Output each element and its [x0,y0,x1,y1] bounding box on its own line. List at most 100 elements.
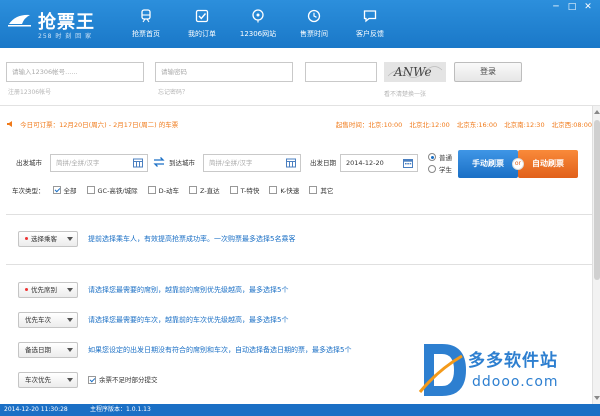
captcha-text: ANWe [393,65,432,79]
register-link[interactable]: 注册12306帐号 [8,87,51,96]
account-input[interactable]: 请输入12306帐号...... [6,62,144,82]
nav-item-feedback[interactable]: 客户反馈 [342,0,398,48]
required-dot [25,237,28,240]
radio-normal[interactable]: 普通 [428,152,452,162]
app-header: 抢票王 258 时 刻 回 家 抢票首页 我的订单 12306网站 售票时间 客… [0,0,600,48]
sale-time-item: 北京北:12:00 [409,121,450,129]
close-button[interactable]: ✕ [582,2,594,12]
partial-submit-checkbox[interactable]: 余票不足时部分提交 [88,372,158,388]
train-type-other[interactable]: 其它 [309,185,333,195]
train-type-all-label: 全部 [63,187,77,195]
train-priority-button[interactable]: 优先车次 [18,312,78,328]
train-type-t-label: T-特快 [240,187,260,195]
megaphone-icon [7,121,12,127]
train-type-other-label: 其它 [320,187,334,195]
radio-dot [428,153,436,161]
nav-label: 我的订单 [188,30,216,38]
train-type-gc[interactable]: GC-高铁/城际 [86,185,138,195]
nav-item-home[interactable]: 抢票首页 [118,0,174,48]
captcha-image[interactable]: ANWe [384,62,446,82]
radio-student[interactable]: 学生 [428,164,452,174]
train-type-gc-label: GC-高铁/城际 [97,187,138,195]
required-dot [25,288,28,291]
backup-date-label: 备选日期 [25,346,51,354]
captcha-graphic-icon: ANWe [387,65,443,79]
ticket-search-panel: 今日可订票：12月20日(周六) - 2月17日(周二) 的车票 起售时间：北京… [6,118,592,206]
forgot-password-link[interactable]: 忘记密码？ [158,87,188,96]
sale-time-item: 北京南:12:30 [504,121,545,129]
from-city-input[interactable]: 简拼/全拼/汉字 [50,154,148,172]
sale-time-item: 北京西:08:00 [551,121,592,129]
train-preference-select[interactable]: 车次优先 [18,372,78,388]
sale-time-item: 起售时间：北京:10:00 [335,121,403,129]
train-type-t[interactable]: T-特快 [229,185,260,195]
sale-time-item: 北京东:16:00 [456,121,498,129]
train-type-all[interactable]: 全部 [52,185,77,195]
chat-icon [363,10,377,23]
from-city-placeholder: 简拼/全拼/汉字 [56,159,100,167]
auto-refresh-button[interactable]: 自动刷票 [518,150,578,178]
swap-cities-icon[interactable] [153,156,165,168]
refresh-captcha-link[interactable]: 看不清楚换一张 [384,89,426,98]
nav-label: 抢票首页 [132,30,160,38]
train-type-k[interactable]: K-快速 [269,185,299,195]
train-preference-label: 车次优先 [25,376,51,384]
train-type-d[interactable]: D-动车 [147,185,179,195]
main-nav: 抢票首页 我的订单 12306网站 售票时间 客户反馈 [118,0,398,48]
vertical-scrollbar[interactable] [592,106,600,404]
train-type-d-label: D-动车 [158,187,179,195]
window-controls: ─ □ ✕ [550,2,594,12]
nav-item-orders[interactable]: 我的订单 [174,0,230,48]
status-version: 主程序版本：1.0.1.13 [90,406,151,413]
nav-label: 售票时间 [300,30,328,38]
backup-date-hint: 如果您设定的出发日期没有符合的席别和车次，自动选择备选日期的票，最多选择5个 [88,346,352,354]
train-priority-label: 优先车次 [25,316,51,324]
radio-dot [428,165,436,173]
partial-submit-label: 余票不足时部分提交 [99,376,158,384]
to-city-label: 到达城市 [169,159,195,167]
password-input[interactable]: 请输密码 [155,62,293,82]
logo-subtitle: 258 时 刻 回 家 [38,33,93,40]
scroll-up-icon[interactable] [594,110,600,114]
divider [6,264,592,265]
from-city-label: 出发城市 [16,159,42,167]
maximize-button[interactable]: □ [566,2,578,12]
train-type-k-label: K-快速 [280,187,300,195]
to-city-input[interactable]: 简拼/全拼/汉字 [203,154,301,172]
watermark-logo-icon [418,344,466,396]
checkbox [188,186,197,194]
scroll-down-icon[interactable] [594,396,600,400]
nav-label: 客户反馈 [356,30,384,38]
seat-hint: 请选择您最需要的席别，越靠前的席别优先级越高，最多选择5个 [88,286,289,294]
select-passenger-label: 选择乘客 [31,235,57,243]
divider [6,214,592,215]
minimize-button[interactable]: ─ [550,2,562,12]
date-input[interactable]: 2014-12-20 [340,154,418,172]
manual-refresh-button[interactable]: 手动刷票 [458,150,518,178]
city-list-icon [133,158,143,168]
nav-item-12306[interactable]: 12306网站 [230,0,286,48]
watermark-url: ddooo.com [472,374,559,390]
nav-item-sale-time[interactable]: 售票时间 [286,0,342,48]
login-button[interactable]: 登录 [454,62,522,82]
login-bar: 请输入12306帐号...... 注册12306帐号 请输密码 忘记密码？ AN… [0,48,600,106]
presale-text: 今日可订票：12月20日(周六) - 2月17日(周二) 的车票 [20,121,179,129]
dropdown-arrow-icon [67,237,73,241]
train-type-filter: 车次类型： 全部 GC-高铁/城际 D-动车 Z-直达 T-特快 K-快速 其它 [12,184,343,196]
app-logo: 抢票王 258 时 刻 回 家 [8,6,118,42]
calendar-icon[interactable] [403,158,413,168]
city-list-icon [286,158,296,168]
train-type-z[interactable]: Z-直达 [188,185,220,195]
site-watermark: 多多软件站 ddooo.com [418,340,588,402]
backup-date-button[interactable]: 备选日期 [18,342,78,358]
sale-times: 起售时间：北京:10:00 北京北:12:00 北京东:16:00 北京南:12… [336,118,592,132]
captcha-input[interactable] [305,62,377,82]
seat-priority-button[interactable]: 优先席别 [18,282,78,298]
train-hint: 请选择您最需要的车次，越靠前的车次优先级越高，最多选择5个 [88,316,289,324]
checkbox-icon [195,9,209,23]
scroll-thumb[interactable] [594,120,600,280]
dropdown-arrow-icon [67,318,73,322]
select-passenger-button[interactable]: 选择乘客 [18,231,78,247]
checkbox [269,186,278,194]
radio-normal-label: 普通 [439,154,452,162]
